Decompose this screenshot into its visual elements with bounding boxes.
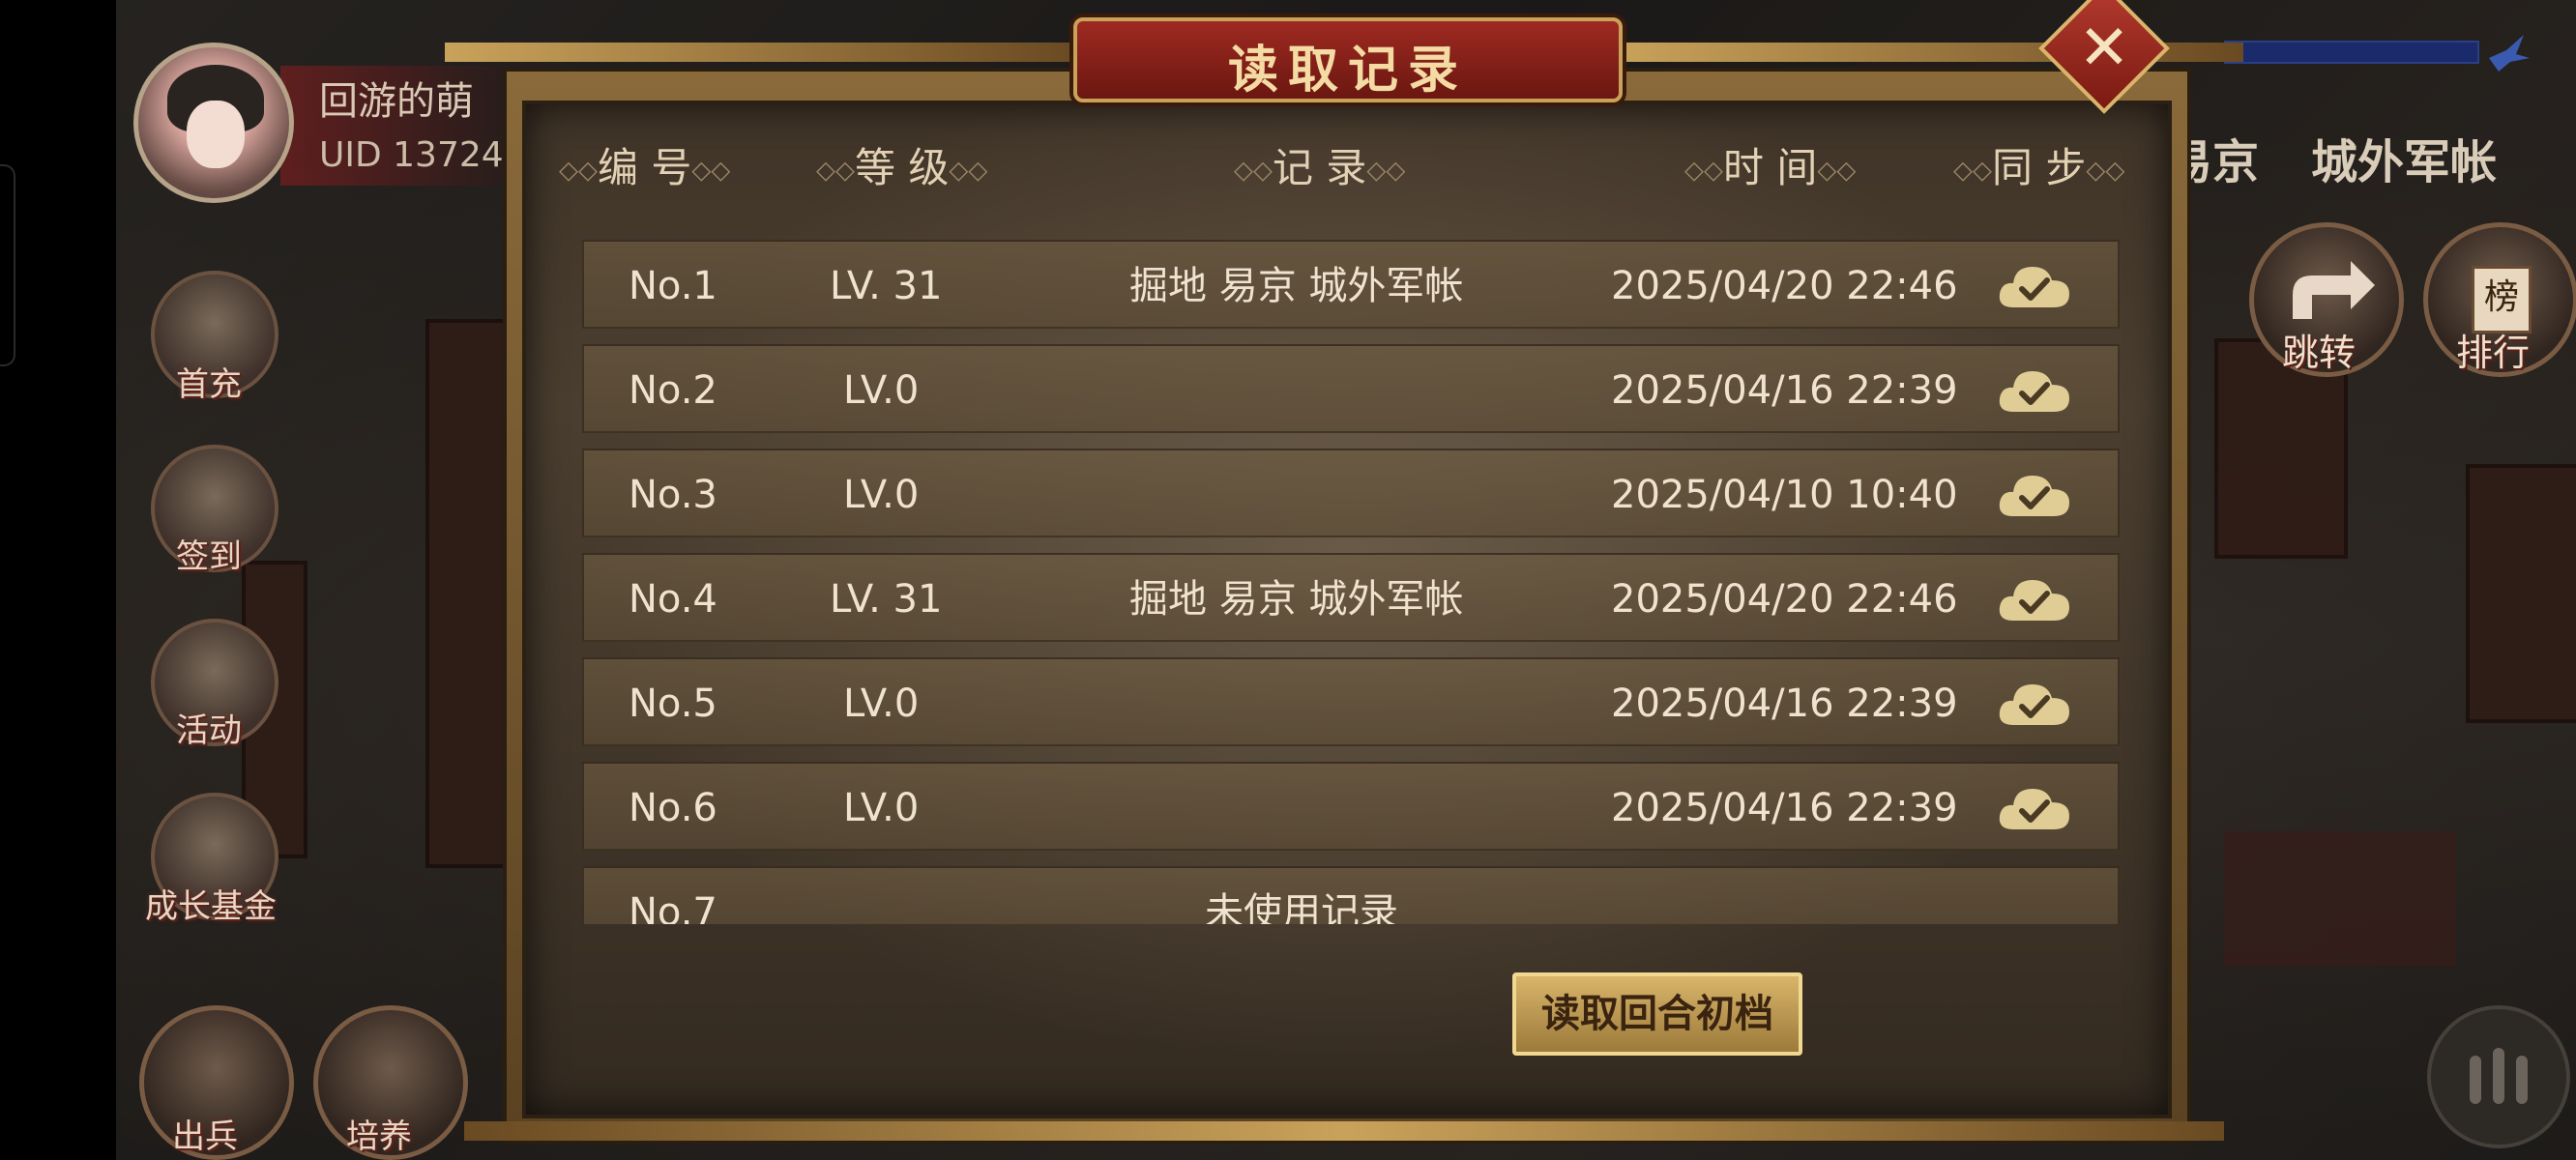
cloud-check-icon	[1999, 684, 2069, 725]
cloud-check-icon	[1999, 789, 2069, 829]
header-time: ◇◇时 间◇◇	[1684, 144, 1857, 191]
record-id: No.6	[629, 786, 717, 830]
record-row[interactable]: No.4 LV. 31 掘地 易京 城外军帐 2025/04/20 22:46	[582, 553, 2120, 642]
rank-label: 排行	[2456, 332, 2531, 374]
record-id: No.3	[629, 473, 717, 517]
record-id: No.7	[629, 890, 717, 924]
dispatch-troops-label: 出兵	[172, 1117, 238, 1156]
player-avatar[interactable]	[133, 43, 294, 203]
record-list-scroll-clip: No.7 未使用记录	[582, 860, 2120, 924]
record-row[interactable]: No.6 LV.0 2025/04/16 22:39	[582, 762, 2120, 851]
dialog-bottom-ornament	[464, 1121, 2224, 1141]
edge-handle	[0, 164, 15, 366]
screen-bezel	[0, 0, 116, 1160]
header-sync: ◇◇同 步◇◇	[1953, 144, 2125, 191]
record-level: LV.0	[843, 368, 920, 413]
location-camp[interactable]: 城外军帐	[2311, 124, 2497, 191]
dialog-title-banner: 读取记录	[1073, 17, 1623, 102]
record-level: LV. 31	[830, 264, 943, 308]
load-initial-save-button[interactable]: 读取回合初档	[1512, 972, 1802, 1056]
player-uid: UID 13724	[319, 135, 504, 175]
record-level: LV. 31	[830, 577, 943, 622]
cloud-check-icon	[1999, 267, 2069, 307]
record-row[interactable]: No.3 LV.0 2025/04/10 10:40	[582, 449, 2120, 537]
record-level: LV.0	[843, 473, 920, 517]
jump-label: 跳转	[2282, 332, 2356, 374]
record-time: 2025/04/16 22:39	[1611, 368, 1958, 413]
activity-label: 活动	[176, 711, 242, 750]
record-id: No.1	[629, 264, 717, 308]
record-level: LV.0	[843, 682, 920, 726]
record-location: 掘地 易京 城外军帐	[1129, 577, 1464, 622]
floor-rug	[2224, 831, 2456, 967]
cloud-check-icon	[1999, 371, 2069, 412]
growth-fund-label: 成长基金	[145, 887, 277, 926]
record-time: 2025/04/10 10:40	[1611, 473, 1958, 517]
sign-in-label: 签到	[176, 537, 242, 576]
record-time: 2025/04/16 22:39	[1611, 786, 1958, 830]
screen-panel	[2466, 464, 2576, 723]
record-time: 2025/04/20 22:46	[1611, 264, 1958, 308]
record-row[interactable]: No.7 未使用记录	[582, 866, 2120, 924]
record-time: 2025/04/16 22:39	[1611, 682, 1958, 726]
close-icon[interactable]: ✕	[2058, 2, 2151, 95]
title-ornament-left	[445, 43, 1073, 62]
main-menu-button[interactable]	[2427, 1005, 2570, 1148]
weapon-rack	[425, 319, 511, 868]
record-unused-label: 未使用记录	[1205, 890, 1398, 924]
cultivate-label: 培养	[346, 1117, 412, 1156]
first-recharge-label: 首充	[176, 365, 242, 404]
record-id: No.5	[629, 682, 717, 726]
record-time: 2025/04/20 22:46	[1611, 577, 1958, 622]
record-id: No.2	[629, 368, 717, 413]
dialog-title: 读取记录	[1227, 42, 1468, 100]
record-location: 掘地 易京 城外军帐	[1129, 264, 1464, 308]
bird-icon	[2485, 29, 2533, 77]
resource-bar	[2224, 41, 2479, 64]
record-row[interactable]: No.2 LV.0 2025/04/16 22:39	[582, 344, 2120, 433]
header-id: ◇◇编 号◇◇	[559, 144, 731, 191]
player-name: 回游的萌	[319, 79, 474, 124]
record-row[interactable]: No.5 LV.0 2025/04/16 22:39	[582, 657, 2120, 746]
header-record: ◇◇记 录◇◇	[1234, 144, 1406, 191]
cloud-check-icon	[1999, 580, 2069, 621]
record-id: No.4	[629, 577, 717, 622]
record-level: LV.0	[843, 786, 920, 830]
cloud-check-icon	[1999, 476, 2069, 516]
header-level: ◇◇等 级◇◇	[816, 144, 988, 191]
record-row[interactable]: No.1 LV. 31 掘地 易京 城外军帐 2025/04/20 22:46	[582, 240, 2120, 329]
menu-icon	[2470, 1048, 2528, 1104]
